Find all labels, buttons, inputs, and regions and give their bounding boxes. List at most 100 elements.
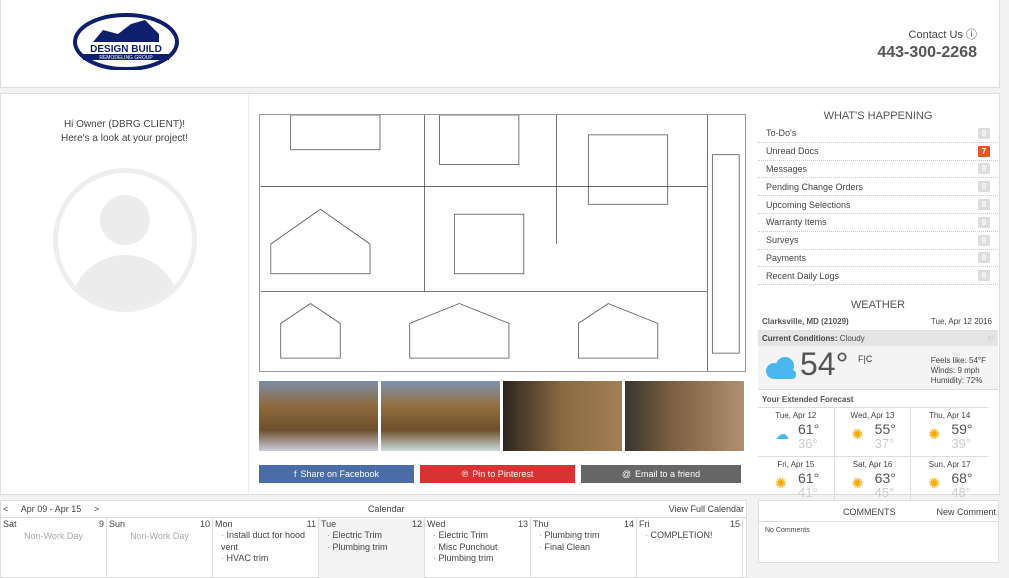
calendar: < Apr 09 - Apr 15 > Calendar View Full C… — [0, 500, 747, 578]
item-label: Unread Docs — [766, 146, 819, 157]
whats-happening-item[interactable]: Upcoming Selections 0 — [758, 196, 998, 214]
new-comment-link[interactable]: New Comment — [936, 507, 996, 517]
forecast-grid: Tue, Apr 12 ☁ 61° 36° Wed, Apr 13 ✺ 55° 37° Thu,… — [758, 407, 988, 507]
forecast-date: Fri, Apr 15 — [777, 460, 815, 470]
whats-happening-item[interactable]: Messages 0 — [758, 161, 998, 179]
day-name: Mon — [215, 519, 233, 529]
date-range: Apr 09 - Apr 15 — [20, 504, 82, 514]
item-label: Surveys — [766, 235, 799, 246]
count-badge: 0 — [978, 252, 990, 264]
forecast-day: Sat, Apr 16 ✺ 63° 45° — [834, 457, 912, 507]
company-logo[interactable]: DESIGN BUILD REMODELING GROUP — [73, 12, 179, 70]
greeting-subtitle: Here's a look at your project! — [61, 133, 188, 144]
day-name: Tue — [321, 519, 337, 529]
calendar-event[interactable]: Install duct for hood vent — [221, 530, 316, 553]
cloud-icon — [766, 357, 796, 380]
item-label: Recent Daily Logs — [766, 270, 840, 281]
calendar-event[interactable]: Electric Trim — [433, 530, 528, 542]
facebook-icon: f — [293, 469, 297, 479]
day-number: 9 — [98, 519, 104, 529]
item-label: Upcoming Selections — [766, 199, 851, 210]
profile-column: Hi Owner (DBRG CLIENT)! Here's a look at … — [1, 94, 249, 494]
calendar-event[interactable]: Final Clean — [539, 542, 634, 554]
unit-toggle[interactable]: F|C — [858, 354, 872, 364]
day-name: Sat — [3, 519, 17, 529]
low-temp: 39° — [951, 436, 971, 452]
floor-plan-image[interactable] — [259, 114, 746, 372]
share-facebook-button[interactable]: f Share on Facebook — [259, 465, 414, 483]
forecast-date: Sun, Apr 17 — [928, 460, 971, 470]
whats-happening-item[interactable]: Surveys 0 — [758, 232, 998, 250]
info-icon: ⓘ — [966, 29, 977, 41]
svg-text:DESIGN BUILD: DESIGN BUILD — [90, 44, 162, 55]
next-week-button[interactable]: > — [94, 504, 99, 514]
extended-forecast-label: Your Extended Forecast — [762, 395, 854, 405]
calendar-day[interactable]: Wed 13Electric TrimMisc PunchoutPlumbing … — [425, 518, 531, 578]
count-badge: 0 — [978, 127, 990, 139]
day-number: 13 — [517, 519, 528, 529]
calendar-event[interactable]: Electric Trim — [327, 530, 422, 542]
contact-us-link[interactable]: Contact Us ⓘ — [877, 26, 977, 42]
low-temp: 45° — [874, 485, 895, 501]
non-work-day: Non-Work Day — [130, 531, 189, 541]
view-full-calendar-link[interactable]: View Full Calendar — [669, 504, 744, 514]
forecast-day: Wed, Apr 13 ✺ 55° 37° — [834, 408, 912, 458]
calendar-event[interactable]: Plumbing trim — [433, 553, 528, 565]
at-icon: @ — [621, 469, 632, 479]
low-temp: 37° — [874, 436, 895, 452]
calendar-event[interactable]: Misc Punchout — [433, 542, 528, 554]
calendar-day[interactable]: Mon 11Install duct for hood ventHVAC trim — [213, 518, 319, 578]
whats-happening-item[interactable]: Unread Docs 7 — [758, 143, 998, 161]
comments-title: COMMENTS — [843, 507, 896, 517]
whats-happening-item[interactable]: Warranty Items 0 — [758, 214, 998, 232]
email-friend-button[interactable]: @ Email to a friend — [581, 465, 741, 483]
calendar-event[interactable]: COMPLETION! — [645, 530, 740, 542]
sun-icon: ✺ — [775, 475, 787, 492]
sun-icon: ✺ — [851, 426, 864, 443]
calendar-day[interactable]: Tue 12Electric TrimPlumbing trim — [319, 518, 425, 578]
forecast-date: Wed, Apr 13 — [850, 411, 895, 421]
count-badge: 0 — [978, 163, 990, 175]
item-label: Payments — [766, 252, 807, 263]
no-comments-text: No Comments — [765, 527, 810, 534]
whats-happening-item[interactable]: Recent Daily Logs 0 — [758, 267, 998, 286]
calendar-day[interactable]: Sun 10 Non-Work Day — [107, 518, 213, 578]
whats-happening-item[interactable]: Pending Change Orders 0 — [758, 178, 998, 197]
humidity: Humidity: 72% — [930, 376, 983, 386]
dashboard-panel: Hi Owner (DBRG CLIENT)! Here's a look at … — [0, 93, 1000, 507]
day-name: Fri — [639, 519, 650, 529]
sun-icon: ✺ — [928, 426, 941, 443]
header: DESIGN BUILD REMODELING GROUP Contact Us… — [0, 0, 1000, 88]
avatar[interactable] — [53, 168, 197, 312]
project-photo[interactable] — [503, 381, 622, 451]
count-badge: 7 — [978, 145, 990, 157]
item-label: To-Do's — [766, 128, 797, 139]
whats-happening-item[interactable]: Payments 0 — [758, 250, 998, 268]
high-temp: 68° — [951, 470, 973, 487]
project-photo[interactable] — [259, 381, 378, 451]
whats-happening-item[interactable]: To-Do's 0 — [758, 125, 998, 143]
calendar-event[interactable]: Plumbing trim — [327, 542, 422, 554]
project-photo[interactable] — [381, 381, 500, 451]
project-photo[interactable] — [625, 381, 744, 451]
calendar-day[interactable]: Fri 15COMPLETION! — [637, 518, 743, 578]
pinterest-label: Pin to Pinterest — [472, 469, 534, 479]
sun-icon: ✺ — [851, 475, 864, 492]
refresh-icon[interactable]: ↻ — [987, 334, 994, 343]
calendar-day[interactable]: Thu 14Plumbing trimFinal Clean — [531, 518, 637, 578]
calendar-event[interactable]: HVAC trim — [221, 553, 316, 565]
calendar-day[interactable]: Sat 9 Non-Work Day — [1, 518, 107, 578]
pinterest-icon: ℗ — [461, 469, 469, 479]
item-label: Messages — [766, 163, 808, 174]
forecast-day: Fri, Apr 15 ✺ 61° 41° — [758, 457, 835, 507]
count-badge: 0 — [978, 199, 990, 211]
contact-label: Contact Us — [908, 29, 963, 41]
current-temperature: 54° — [800, 346, 849, 383]
sun-icon: ✺ — [928, 475, 941, 492]
pin-pinterest-button[interactable]: ℗ Pin to Pinterest — [420, 465, 575, 483]
weather-date: Tue, Apr 12 2016 — [930, 317, 992, 327]
prev-week-button[interactable]: < — [3, 504, 8, 514]
phone-number: 443-300-2268 — [877, 44, 977, 61]
conditions-value: Cloudy — [839, 334, 865, 344]
calendar-event[interactable]: Plumbing trim — [539, 530, 634, 542]
